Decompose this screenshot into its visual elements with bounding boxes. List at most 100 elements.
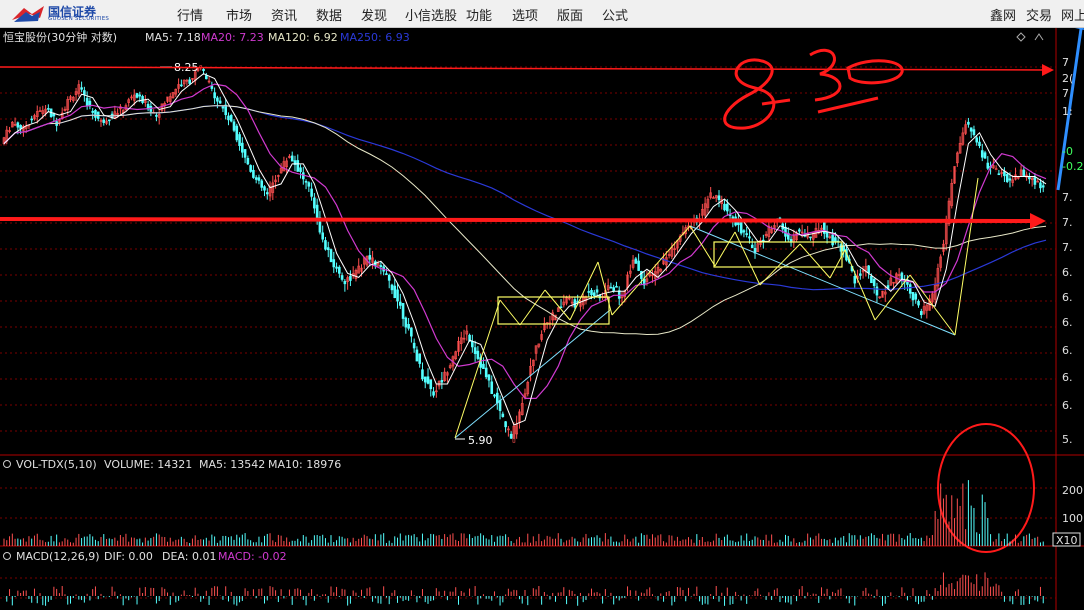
candle-body bbox=[983, 152, 987, 159]
candle-body bbox=[47, 108, 50, 110]
candle-body bbox=[138, 94, 142, 97]
menu-item-online[interactable]: 网上 bbox=[1061, 5, 1084, 24]
candlestick-series bbox=[2, 65, 1045, 443]
ma20-line bbox=[3, 83, 1047, 399]
ma250-line bbox=[3, 105, 1047, 291]
candle-body bbox=[213, 92, 216, 99]
macd-toggle-icon[interactable] bbox=[3, 552, 11, 560]
candle-body bbox=[326, 247, 330, 251]
candle-body bbox=[290, 155, 294, 162]
menu-item-news[interactable]: 资讯 bbox=[271, 5, 297, 24]
diamond-icon[interactable] bbox=[1016, 32, 1026, 42]
menu-item-data[interactable]: 数据 bbox=[316, 5, 342, 24]
candle-body bbox=[85, 97, 89, 107]
candle-body bbox=[784, 226, 787, 237]
macd-histogram bbox=[3, 572, 1044, 606]
candle-body bbox=[867, 265, 870, 273]
candle-body bbox=[872, 278, 876, 286]
candle-body bbox=[188, 79, 191, 84]
candle-body bbox=[429, 379, 433, 390]
candle-body bbox=[432, 391, 435, 396]
volume-toggle-icon[interactable] bbox=[3, 460, 11, 468]
candle-body bbox=[972, 129, 976, 136]
price-axis-label: 7 bbox=[1062, 87, 1069, 100]
macd-dea: DEA: 0.01 bbox=[162, 550, 216, 563]
ma120-label: MA120: 6.92 bbox=[268, 31, 338, 44]
candle-body bbox=[202, 68, 205, 72]
candle-body bbox=[484, 367, 488, 378]
price-axis-label: 6. bbox=[1062, 291, 1073, 304]
candle-body bbox=[321, 232, 324, 240]
chevron-up-icon[interactable] bbox=[1034, 33, 1044, 41]
candle-body bbox=[726, 203, 729, 212]
candle-body bbox=[471, 341, 474, 348]
candle-body bbox=[52, 113, 56, 117]
price-axis-label: 1: bbox=[1062, 105, 1073, 118]
candle-body bbox=[257, 177, 261, 181]
candle-body bbox=[423, 376, 427, 383]
macd-value: MACD: -0.02 bbox=[218, 550, 287, 563]
price-axis-label: 7. bbox=[1062, 191, 1073, 204]
menu-bar: 国信证券 GUOSEN SECURITIES 行情 市场 资讯 数据 发现 小信… bbox=[0, 0, 1084, 28]
menu-item-layout[interactable]: 版面 bbox=[557, 5, 583, 24]
candle-body bbox=[997, 173, 1001, 176]
candle-body bbox=[870, 276, 873, 284]
candle-body bbox=[412, 342, 416, 349]
menu-item-stock-picker[interactable]: 小信选股 bbox=[405, 5, 457, 24]
candle-body bbox=[501, 413, 505, 417]
volume-scale-label: X10 bbox=[1056, 534, 1078, 547]
candle-body bbox=[1039, 182, 1042, 189]
candle-body bbox=[742, 230, 746, 233]
stock-title: 恒宝股份(30分钟 对数) bbox=[3, 30, 117, 44]
menu-item-xinwang[interactable]: 鑫网 bbox=[990, 5, 1016, 24]
menu-item-formula[interactable]: 公式 bbox=[602, 5, 628, 24]
menu-item-market[interactable]: 市场 bbox=[226, 5, 252, 24]
candle-body bbox=[750, 244, 754, 249]
consolidation-box-2[interactable] bbox=[713, 241, 843, 268]
volume-title: VOL-TDX(5,10) bbox=[16, 458, 97, 471]
candle-body bbox=[393, 285, 397, 299]
candle-body bbox=[260, 180, 264, 188]
broker-name-en: GUOSEN SECURITIES bbox=[48, 16, 110, 22]
ma20-label: MA20: 7.23 bbox=[201, 31, 264, 44]
candle-body bbox=[407, 324, 410, 329]
candle-body bbox=[975, 137, 979, 143]
low-price-label: 5.90 bbox=[468, 434, 493, 447]
broker-logo[interactable]: 国信证券 GUOSEN SECURITIES bbox=[10, 3, 110, 25]
menu-item-trade[interactable]: 交易 bbox=[1026, 5, 1052, 24]
menu-item-functions[interactable]: 功能 bbox=[466, 5, 492, 24]
candle-body bbox=[1033, 177, 1037, 185]
menu-item-quotes[interactable]: 行情 bbox=[177, 5, 203, 24]
candle-body bbox=[332, 259, 336, 268]
candle-body bbox=[221, 106, 225, 109]
candle-body bbox=[404, 317, 408, 328]
candle-body bbox=[875, 286, 879, 296]
candle-body bbox=[495, 392, 499, 404]
volume-axis-200: 200 bbox=[1062, 484, 1083, 497]
candle-body bbox=[30, 118, 34, 121]
candle-body bbox=[218, 100, 222, 104]
candle-body bbox=[1022, 169, 1026, 177]
candle-body bbox=[487, 374, 491, 381]
candle-body bbox=[238, 134, 241, 146]
candle-body bbox=[908, 284, 912, 294]
menu-item-options[interactable]: 选项 bbox=[512, 5, 538, 24]
candle-body bbox=[329, 249, 333, 263]
candle-body bbox=[595, 289, 599, 293]
candle-body bbox=[590, 290, 593, 296]
volume-grid bbox=[0, 487, 1056, 519]
menu-item-discover[interactable]: 发现 bbox=[361, 5, 387, 24]
candle-body bbox=[335, 266, 338, 269]
candle-body bbox=[155, 114, 158, 117]
chart-area[interactable]: 恒宝股份(30分钟 对数) MA5: 7.18 MA20: 7.23 MA120… bbox=[0, 28, 1084, 610]
price-axis-label: 7 bbox=[1062, 56, 1069, 69]
candle-body bbox=[859, 273, 862, 276]
candle-body bbox=[398, 301, 402, 306]
candle-body bbox=[587, 291, 591, 293]
broker-logo-icon bbox=[12, 6, 44, 22]
candle-body bbox=[914, 293, 918, 300]
candle-body bbox=[410, 327, 413, 337]
candle-body bbox=[401, 303, 405, 319]
candle-body bbox=[980, 150, 984, 158]
candle-body bbox=[368, 255, 372, 260]
